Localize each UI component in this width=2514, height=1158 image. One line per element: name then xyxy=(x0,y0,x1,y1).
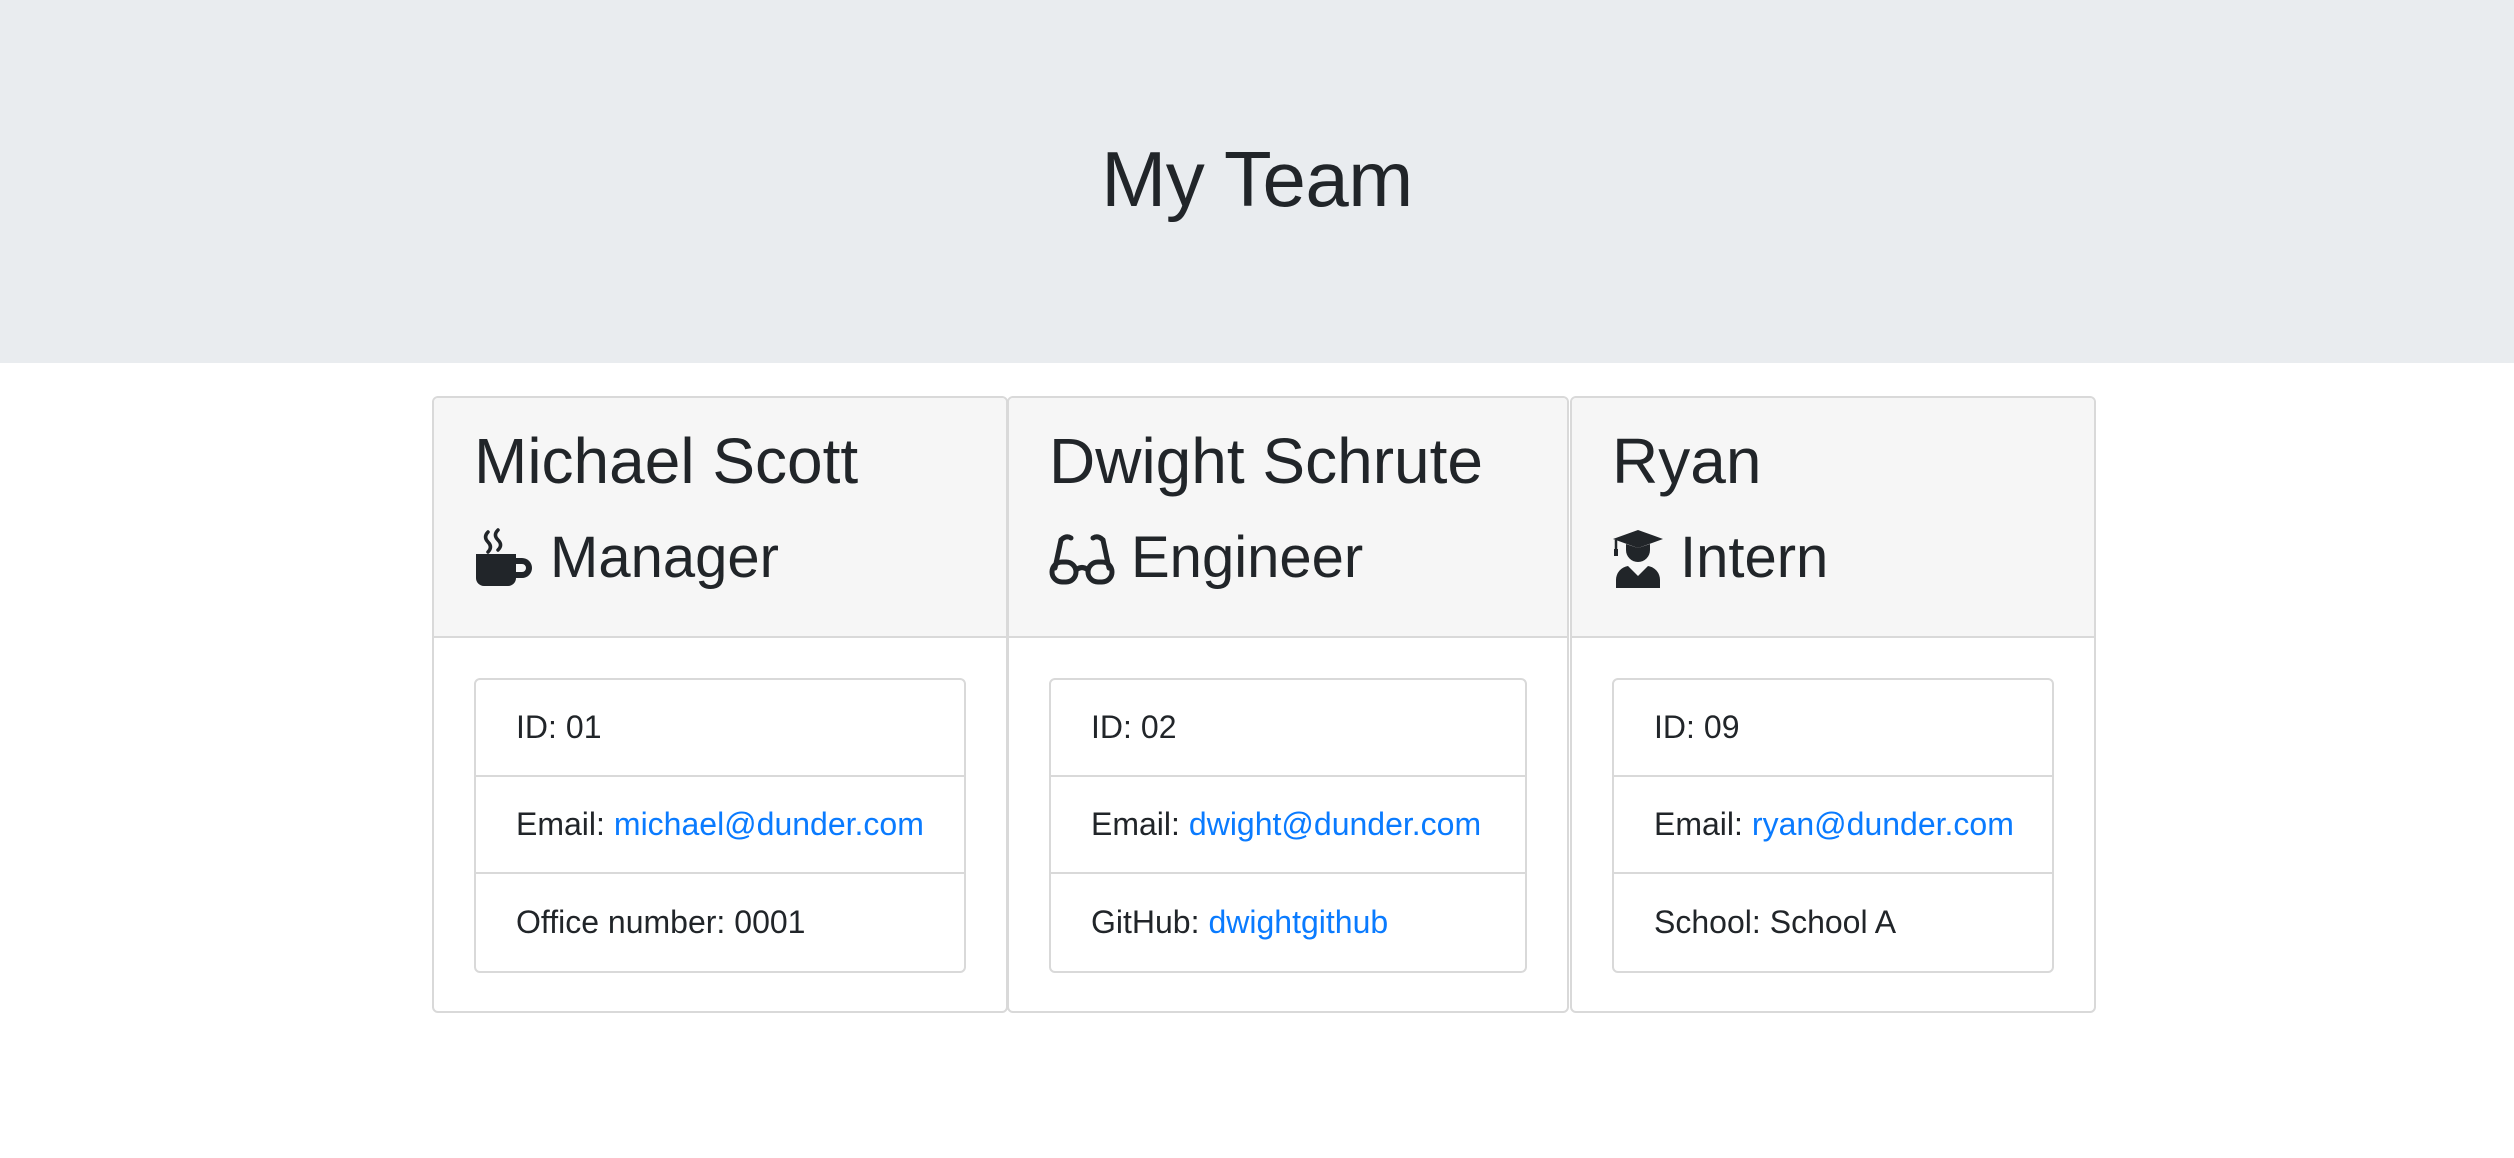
id-value: 01 xyxy=(565,709,602,745)
role-label: Intern xyxy=(1680,525,1829,590)
id-value: 02 xyxy=(1140,709,1177,745)
employee-name: Dwight Schrute xyxy=(1049,425,1483,497)
school-value: School A xyxy=(1769,904,1897,940)
card-header: Ryan Intern xyxy=(1572,398,2094,638)
email-label: Email: xyxy=(516,806,605,842)
employee-role: Engineer xyxy=(1049,524,1363,591)
list-item-school: School: School A xyxy=(1614,874,2052,971)
github-link[interactable]: dwightgithub xyxy=(1208,904,1388,941)
list-item-id: ID: 01 xyxy=(476,680,964,777)
employee-role: Intern xyxy=(1612,524,1828,591)
list-item-email: Email: michael@dunder.com xyxy=(476,777,964,874)
page-title: My Team xyxy=(1101,135,1413,223)
list-item-office-number: Office number: 0001 xyxy=(476,874,964,971)
employee-details-list: ID: 02 Email: dwight@dunder.com GitHub: … xyxy=(1049,678,1527,973)
card-header: Dwight Schrute Engineer xyxy=(1009,398,1567,638)
email-label: Email: xyxy=(1654,806,1743,842)
email-label: Email: xyxy=(1091,806,1180,842)
list-item-id: ID: 09 xyxy=(1614,680,2052,777)
id-label: ID: xyxy=(1654,709,1695,745)
employee-card-engineer: Dwight Schrute Engineer ID: 02 Email: dw… xyxy=(1007,396,1569,1013)
list-item-github: GitHub: dwightgithub xyxy=(1051,874,1525,971)
email-link[interactable]: ryan@dunder.com xyxy=(1752,806,2014,843)
employee-details-list: ID: 01 Email: michael@dunder.com Office … xyxy=(474,678,966,973)
office-number-label: Office number: xyxy=(516,904,726,940)
employee-details-list: ID: 09 Email: ryan@dunder.com School: Sc… xyxy=(1612,678,2054,973)
employee-name: Ryan xyxy=(1612,425,1762,497)
role-label: Manager xyxy=(550,525,779,590)
email-link[interactable]: dwight@dunder.com xyxy=(1189,806,1481,843)
employee-name: Michael Scott xyxy=(474,425,859,497)
list-item-email: Email: ryan@dunder.com xyxy=(1614,777,2052,874)
id-label: ID: xyxy=(1091,709,1132,745)
employee-role: Manager xyxy=(474,524,779,591)
list-item-email: Email: dwight@dunder.com xyxy=(1051,777,1525,874)
github-label: GitHub: xyxy=(1091,904,1200,940)
employee-card-manager: Michael Scott Manager ID: 01 Email: mich… xyxy=(432,396,1008,1013)
id-value: 09 xyxy=(1703,709,1740,745)
office-number-value: 0001 xyxy=(734,904,806,940)
page-header: My Team xyxy=(0,0,2514,363)
card-header: Michael Scott Manager xyxy=(434,398,1006,638)
employee-card-intern: Ryan Intern ID: 09 Email: ryan@dunder.co… xyxy=(1570,396,2096,1013)
glasses-icon xyxy=(1049,528,1115,588)
mug-hot-icon xyxy=(474,527,534,588)
school-label: School: xyxy=(1654,904,1761,940)
role-label: Engineer xyxy=(1131,525,1364,590)
list-item-id: ID: 02 xyxy=(1051,680,1525,777)
user-graduate-icon xyxy=(1612,528,1664,588)
id-label: ID: xyxy=(516,709,557,745)
email-link[interactable]: michael@dunder.com xyxy=(614,806,924,843)
